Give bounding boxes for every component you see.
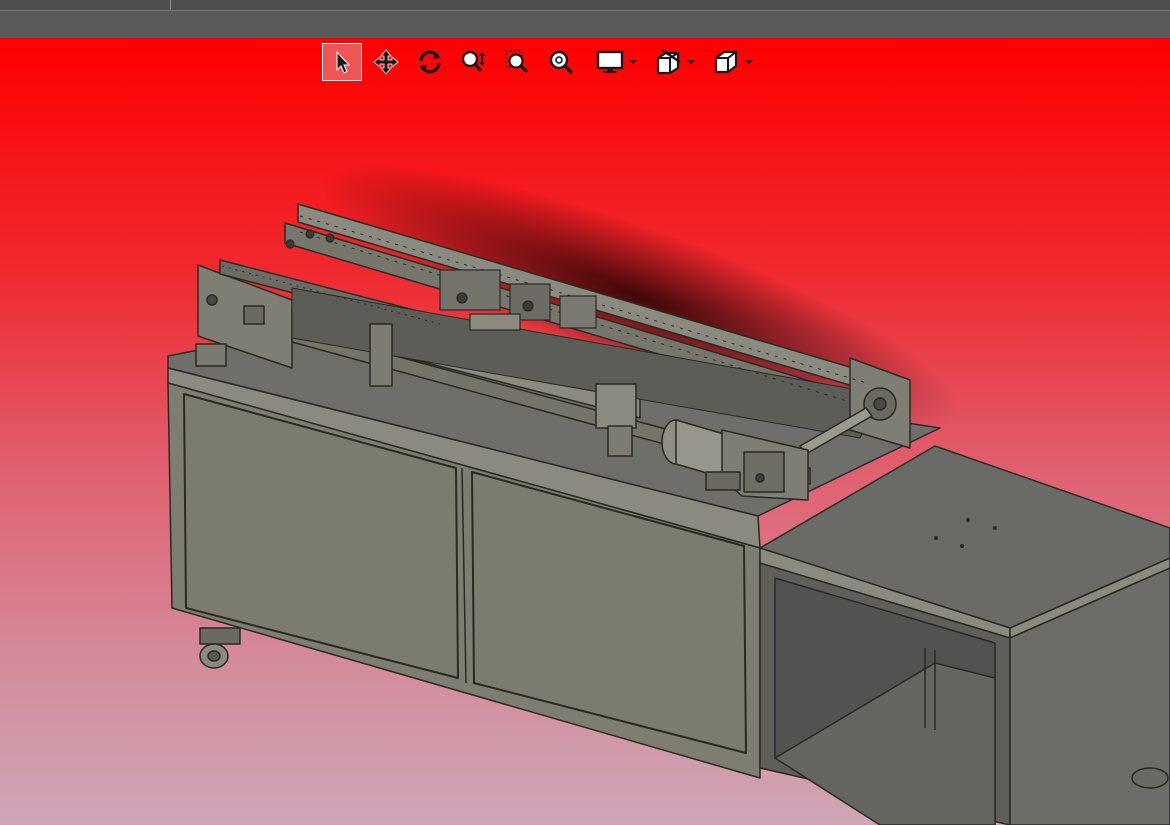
display-mode-button[interactable] [594,43,626,81]
gearbox-block [743,451,785,493]
view-toolbar [322,42,756,82]
3d-viewport[interactable] [0,38,1170,825]
sprocket-hub [873,397,887,411]
chevron-down-icon[interactable] [684,43,698,81]
move-arrows-icon [373,49,399,75]
section-cube-icon [656,49,681,75]
select-tool-button[interactable] [322,43,362,81]
title-strip [0,0,1170,38]
standard-views-button[interactable] [710,43,742,81]
arrow-cursor-icon [336,50,351,74]
section-view-button[interactable] [652,43,684,81]
mount-foot-left [195,343,227,367]
caster-hub [207,650,221,662]
caster-wheel-right [1131,767,1169,789]
zoom-fit-icon [549,50,574,75]
zoom-fit-tool-button[interactable] [542,43,582,81]
tab-separator [170,0,171,10]
tab-bar [0,0,1170,11]
gearbox-bolt [755,473,765,483]
display-mode-menu[interactable] [594,43,640,81]
zoom-window-tool-button[interactable] [498,43,538,81]
section-view-menu[interactable] [652,43,698,81]
chevron-down-icon[interactable] [742,43,756,81]
zoom-window-icon [505,50,529,74]
motor-mount [705,471,741,491]
caster-bracket [199,627,241,645]
standard-views-menu[interactable] [710,43,756,81]
chevron-down-icon[interactable] [626,43,640,81]
rotate-tool-button[interactable] [410,43,450,81]
view-cube-icon [714,50,738,74]
pan-tool-button[interactable] [366,43,406,81]
support-bracket-2 [595,383,637,429]
support-bracket-3 [607,425,633,457]
cad-model[interactable] [0,38,1170,825]
support-bracket-1 [369,323,393,387]
zoom-in-out-icon [461,50,485,73]
end-plate-block [243,305,265,325]
rotate-icon [419,50,441,74]
end-plate-hole [206,294,218,306]
zoom-tool-button[interactable] [454,43,494,81]
monitor-icon [596,50,624,73]
